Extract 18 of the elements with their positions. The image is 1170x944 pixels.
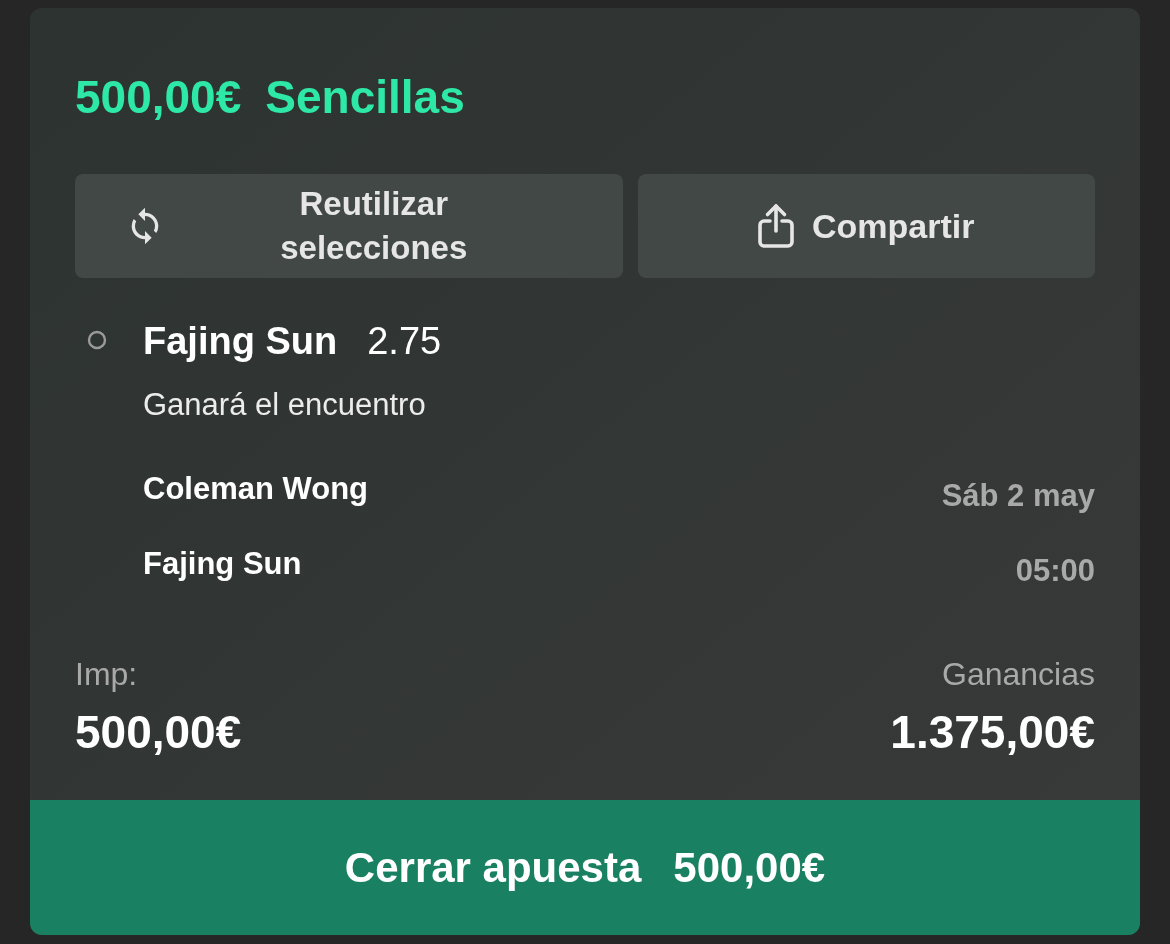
selection-odds: 2.75 — [367, 319, 442, 364]
event-time: 05:00 — [1015, 552, 1095, 589]
reuse-selections-button[interactable]: Reutilizar selecciones — [75, 174, 623, 278]
ring-icon — [87, 330, 107, 350]
participant-name: Fajing Sun — [143, 545, 303, 582]
bet-type: Sencillas — [265, 70, 465, 124]
stake-amount: 500,00€ — [75, 705, 242, 759]
market-name: Ganará el encuentro — [143, 386, 427, 424]
share-button[interactable]: Compartir — [637, 174, 1095, 278]
share-icon — [758, 203, 794, 249]
event-date: Sáb 2 may — [941, 477, 1095, 514]
participant-name: Coleman Wong — [143, 470, 369, 507]
winnings-amount: 1.375,00€ — [890, 705, 1095, 759]
winnings-label: Ganancias — [942, 655, 1095, 693]
total-stake: 500,00€ — [75, 70, 242, 124]
place-bet-button[interactable]: Cerrar apuesta 500,00€ — [30, 800, 1140, 935]
stake-label: Imp: — [75, 655, 139, 693]
selection-name: Fajing Sun — [143, 319, 338, 364]
